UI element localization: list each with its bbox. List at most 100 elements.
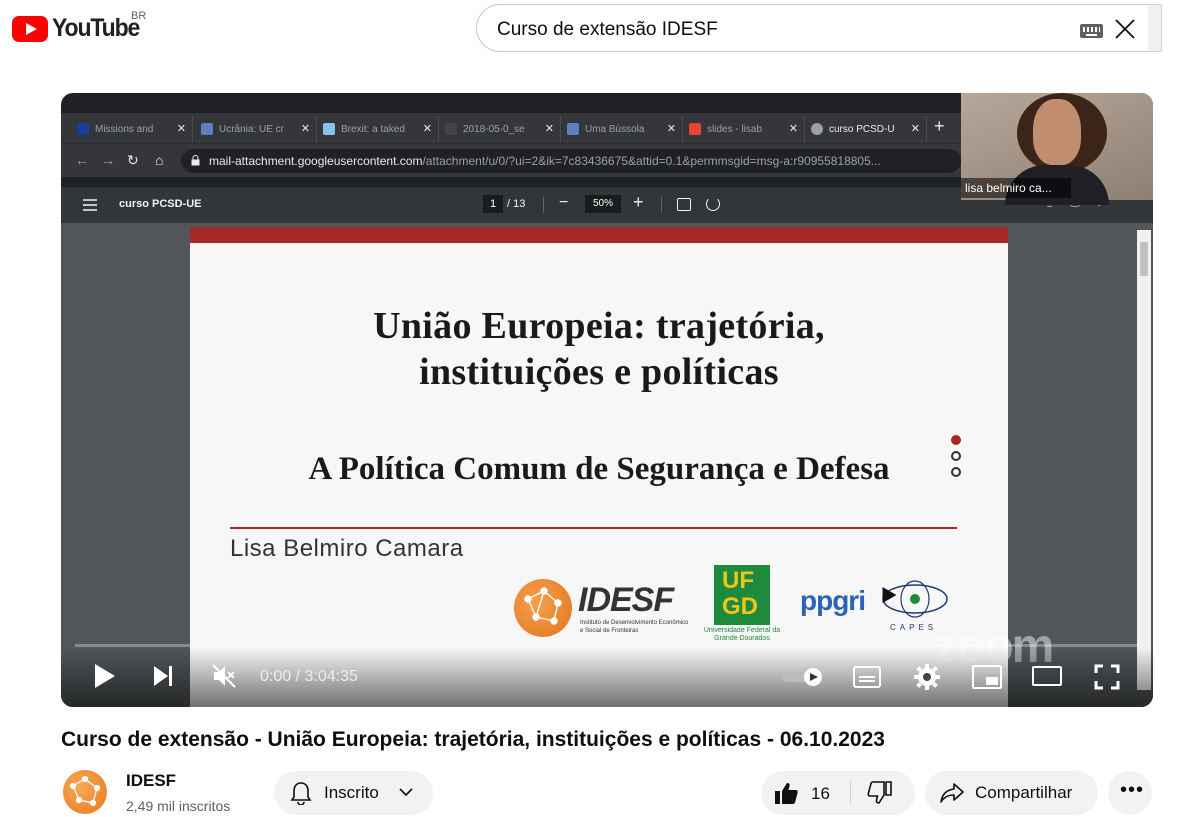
webcam-person-face	[1033, 99, 1081, 165]
youtube-logo[interactable]: YouTube	[12, 14, 147, 43]
tab-favicon-icon	[323, 123, 335, 135]
slide-subtitle: A Política Comum de Segurança e Defesa	[308, 451, 890, 487]
dot-icon	[951, 435, 961, 445]
next-icon[interactable]	[153, 665, 173, 687]
pdf-document-title: curso PCSD-UE	[119, 198, 202, 210]
slide-author: Lisa Belmiro Camara	[230, 535, 464, 562]
like-button[interactable]: 16	[761, 771, 851, 815]
tab-close-icon: ✕	[422, 123, 432, 135]
new-tab-icon: +	[934, 116, 945, 136]
divider	[661, 197, 662, 213]
share-icon	[940, 783, 964, 803]
muted-volume-icon[interactable]	[211, 663, 237, 689]
fullscreen-icon[interactable]	[1094, 664, 1120, 690]
slide-accent-bar	[190, 227, 1008, 243]
search-query[interactable]: Curso de extensão IDESF	[497, 19, 718, 41]
tab-label: Ucrânia: UE cr	[219, 123, 285, 135]
slide-title-line: instituições e políticas	[419, 351, 779, 393]
play-icon[interactable]	[95, 664, 115, 688]
masthead: YouTube BR Curso de extensão IDESF	[0, 0, 1190, 56]
clear-search-icon[interactable]	[1113, 17, 1137, 41]
search-input[interactable]: Curso de extensão IDESF	[476, 4, 1148, 52]
subscribe-label: Inscrito	[324, 783, 379, 802]
idesf-globe-icon	[514, 579, 572, 637]
tab-label: Brexit: a taked	[341, 123, 405, 135]
zoom-in-icon: +	[633, 192, 644, 212]
youtube-play-icon	[12, 15, 48, 42]
time-display: 0:00 / 3:04:35	[260, 668, 358, 685]
dislike-button[interactable]	[851, 771, 915, 815]
slide-dots-decoration	[951, 435, 963, 483]
browser-tab: 2018-05-0_se ✕	[439, 116, 561, 142]
scrollbar-thumb	[1140, 242, 1148, 276]
search-button[interactable]	[1148, 4, 1162, 52]
capes-logo	[882, 580, 948, 618]
subscriber-count: 2,49 mil inscritos	[126, 798, 231, 814]
slide-title: União Europeia: trajetória, instituições…	[190, 303, 1008, 395]
tab-label: Missions and	[95, 123, 154, 135]
tab-favicon-icon	[811, 123, 823, 135]
tab-favicon-icon	[201, 123, 213, 135]
url-path: /attachment/u/0/?ui=2&ik=7c83436675&atti…	[422, 154, 881, 168]
settings-gear-icon[interactable]	[914, 664, 940, 690]
idesf-wordmark: IDESF	[578, 581, 674, 619]
slide-title-line: União Europeia: trajetória,	[373, 305, 825, 347]
capes-wordmark: CAPES	[890, 623, 938, 632]
tab-favicon-icon	[689, 123, 701, 135]
miniplayer-icon[interactable]	[972, 665, 1002, 689]
home-icon: ⌂	[155, 152, 164, 168]
more-horizontal-icon: •••	[1120, 779, 1145, 801]
lock-icon	[191, 155, 200, 166]
back-icon: ←	[75, 152, 89, 168]
pdf-zoom-level: 50%	[585, 195, 621, 213]
browser-tab: slides - lisab ✕	[683, 116, 805, 142]
like-count: 16	[811, 784, 830, 803]
subtitles-icon[interactable]	[853, 666, 881, 688]
channel-avatar[interactable]	[63, 770, 107, 814]
browser-tab: Uma Bússola ✕	[561, 116, 683, 142]
pdf-scrollbar	[1137, 230, 1151, 690]
tab-favicon-icon	[77, 123, 89, 135]
pdf-page-input: 1	[483, 195, 503, 213]
forward-icon: →	[101, 152, 115, 168]
channel-name[interactable]: IDESF	[126, 771, 176, 791]
url-field: mail-attachment.googleusercontent.com/at…	[181, 149, 1028, 196]
reload-icon: ↻	[127, 152, 139, 168]
ufgd-logo: UF GD	[714, 565, 770, 625]
tab-label: Uma Bússola	[585, 123, 645, 135]
url-text: mail-attachment.googleusercontent.com/at…	[209, 154, 899, 168]
tab-close-icon: ✕	[300, 123, 310, 135]
subscribed-button[interactable]: Inscrito	[274, 771, 433, 815]
more-actions-button[interactable]: •••	[1108, 771, 1152, 815]
keyboard-icon[interactable]	[1080, 24, 1103, 38]
thumbs-up-icon	[775, 783, 798, 804]
slide-divider	[230, 527, 957, 529]
bell-icon	[290, 782, 312, 805]
tab-close-icon: ✕	[176, 123, 186, 135]
zoom-out-icon: −	[559, 194, 569, 211]
thumbs-down-icon	[867, 781, 892, 804]
tab-label: 2018-05-0_se	[463, 123, 525, 135]
menu-icon	[83, 199, 97, 211]
webcam-thumbnail: lisa belmiro ca...	[961, 93, 1153, 205]
tab-favicon-icon	[567, 123, 579, 135]
ufgd-subtitle: Universidade Federal da Grande Dourados	[703, 627, 781, 642]
video-title: Curso de extensão - União Europeia: traj…	[61, 728, 885, 751]
fit-page-icon	[677, 198, 691, 211]
tab-close-icon: ✕	[788, 123, 798, 135]
browser-tab: Brexit: a taked ✕	[317, 116, 439, 142]
share-button[interactable]: Compartilhar	[925, 771, 1098, 815]
divider	[543, 197, 544, 213]
avatar-network-icon	[69, 775, 101, 807]
browser-tab: Ucrânia: UE cr ✕	[195, 116, 317, 142]
ufgd-letters: GD	[722, 593, 758, 620]
tab-label: slides - lisab	[707, 123, 763, 135]
tab-close-icon: ✕	[544, 123, 554, 135]
autoplay-toggle[interactable]	[781, 668, 825, 686]
theater-mode-icon[interactable]	[1032, 666, 1062, 686]
url-host: mail-attachment.googleusercontent.com	[209, 154, 423, 168]
video-player[interactable]: Missions and ✕ Ucrânia: UE cr ✕ Brexit: …	[61, 93, 1153, 707]
rotate-icon	[706, 197, 720, 211]
country-code: BR	[131, 10, 147, 22]
presentation-slide: União Europeia: trajetória, instituições…	[190, 227, 1008, 707]
